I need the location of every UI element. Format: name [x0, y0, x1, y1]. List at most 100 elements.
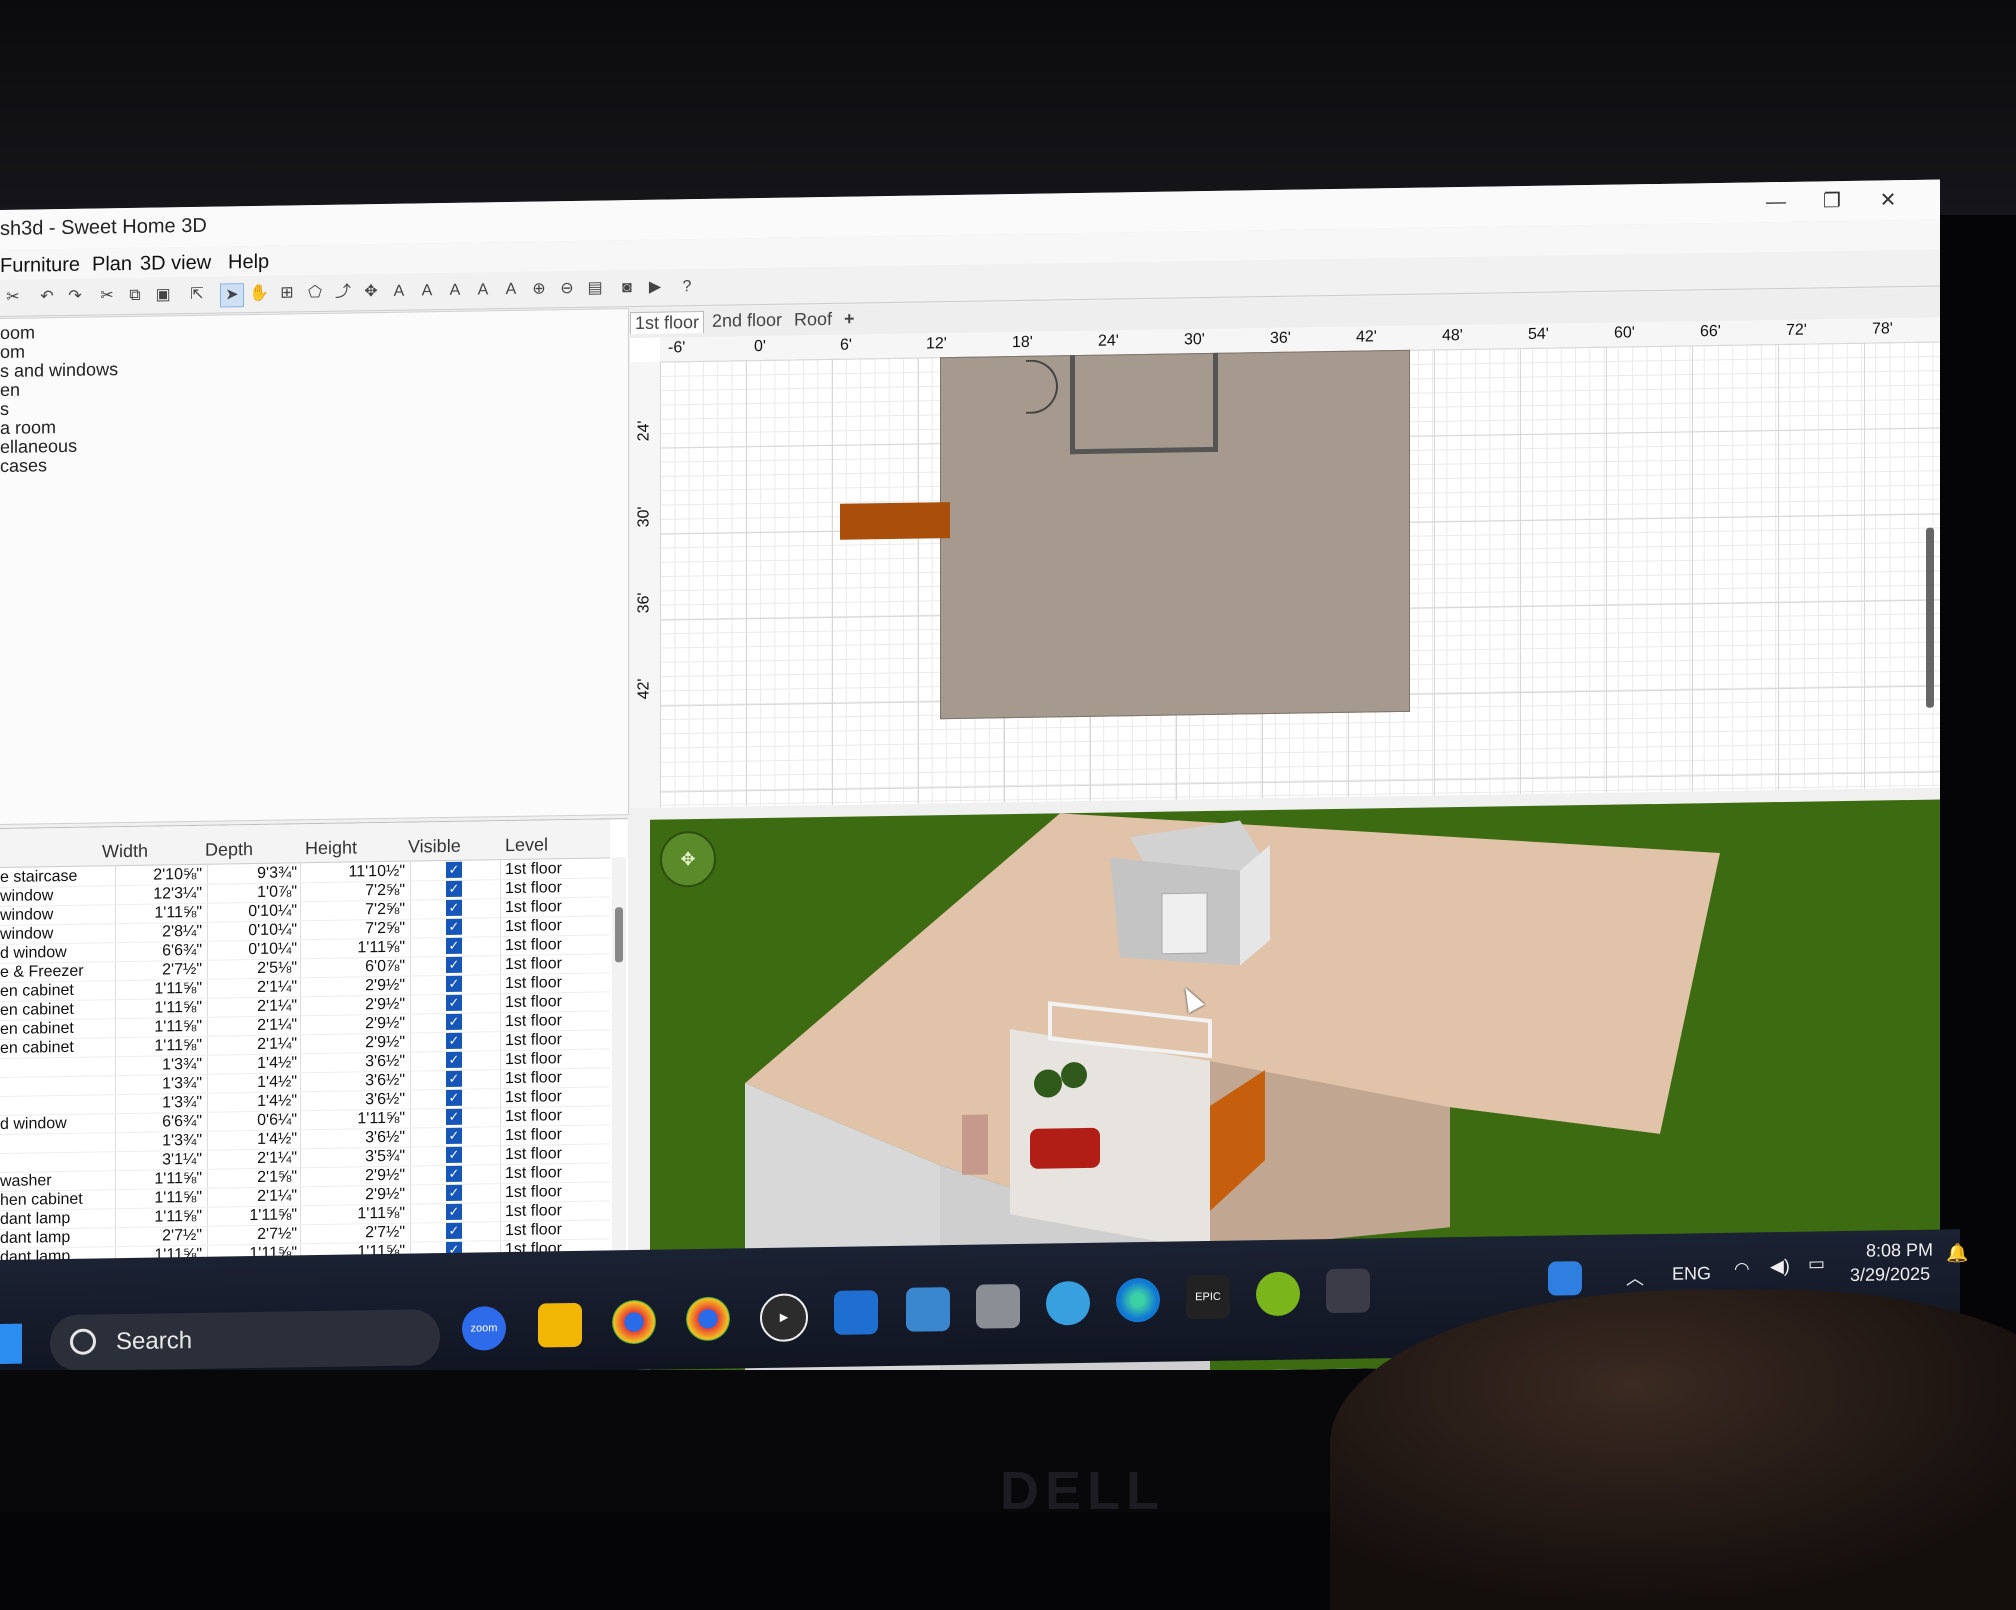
video-icon[interactable]: ▶: [644, 277, 666, 299]
media-player-icon[interactable]: ▶: [760, 1293, 808, 1343]
camera-icon[interactable]: ◙: [616, 277, 638, 299]
remote-desktop-icon[interactable]: [906, 1287, 950, 1332]
3d-door: [1161, 892, 1208, 955]
visible-checkbox[interactable]: ✓: [446, 918, 462, 935]
epic-games-icon[interactable]: EPIC: [1186, 1274, 1230, 1320]
menu-plan[interactable]: Plan: [92, 253, 132, 277]
inner-room-walls[interactable]: [1070, 352, 1218, 455]
visible-checkbox[interactable]: ✓: [446, 1013, 462, 1030]
staircase[interactable]: [840, 502, 950, 540]
create-walls-icon[interactable]: ⊞: [276, 282, 298, 304]
zoom-app-icon[interactable]: zoom: [462, 1306, 506, 1351]
catalog-category[interactable]: en: [0, 380, 20, 401]
utorrent-icon[interactable]: [1256, 1271, 1300, 1317]
column-height[interactable]: Height: [305, 837, 357, 859]
volume-icon[interactable]: ◀): [1770, 1256, 1790, 1277]
visible-checkbox[interactable]: ✓: [446, 1070, 462, 1087]
file-explorer-icon[interactable]: [538, 1302, 582, 1348]
zoom-in-icon[interactable]: ⊕: [528, 278, 550, 300]
window-title: sh3d - Sweet Home 3D: [0, 214, 207, 240]
visible-checkbox[interactable]: ✓: [446, 975, 462, 992]
battery-icon[interactable]: ▭: [1808, 1253, 1825, 1274]
visible-checkbox[interactable]: ✓: [446, 880, 462, 897]
taskbar-search[interactable]: Search: [50, 1309, 440, 1372]
visible-checkbox[interactable]: ✓: [446, 937, 462, 954]
notification-bell-icon[interactable]: 🔔: [1946, 1243, 1968, 1264]
catalog-category[interactable]: cases: [0, 455, 47, 477]
cut-icon[interactable]: ✂: [96, 285, 118, 307]
plan-grid[interactable]: [660, 341, 1940, 808]
furniture-depth: 0'10¼": [248, 902, 297, 921]
tray-chevron-icon[interactable]: ︿: [1626, 1264, 1644, 1290]
paste-icon[interactable]: ▣: [152, 284, 174, 306]
furniture-name: e & Freezer: [0, 962, 84, 981]
visible-checkbox[interactable]: ✓: [446, 1089, 462, 1106]
create-dimensions-icon[interactable]: ✥: [360, 281, 382, 303]
furniture-height: 1'11⅝": [357, 1109, 405, 1128]
language-indicator[interactable]: ENG: [1672, 1263, 1711, 1285]
restore-icon[interactable]: ❐: [1804, 185, 1860, 218]
text-bold-icon[interactable]: A: [444, 280, 466, 302]
add-text-icon[interactable]: A: [388, 281, 410, 303]
furniture-height: 2'9½": [365, 1166, 405, 1185]
clock-date[interactable]: 3/29/2025: [1850, 1264, 1930, 1286]
furniture-height: 3'5¾": [365, 1147, 405, 1166]
visible-checkbox[interactable]: ✓: [446, 1146, 462, 1163]
minimize-icon[interactable]: —: [1748, 186, 1804, 219]
create-polylines-icon[interactable]: ⤴: [332, 281, 354, 303]
text-style-icon[interactable]: A: [500, 279, 522, 301]
widget-icon[interactable]: [1548, 1261, 1582, 1296]
catalog-category[interactable]: s: [0, 399, 9, 420]
preferences-icon[interactable]: ✂: [2, 287, 24, 309]
start-icon[interactable]: [0, 1323, 22, 1364]
select-mode-icon[interactable]: ➤: [220, 283, 244, 308]
visible-checkbox[interactable]: ✓: [446, 994, 462, 1011]
add-level-button[interactable]: +: [840, 309, 859, 330]
visible-checkbox[interactable]: ✓: [446, 861, 462, 878]
catalog-category[interactable]: s and windows: [0, 359, 118, 382]
chrome-profile-icon[interactable]: [686, 1296, 730, 1342]
create-photo-icon[interactable]: ▤: [584, 277, 606, 299]
help-icon[interactable]: ?: [676, 276, 698, 298]
column-visible[interactable]: Visible: [408, 836, 461, 858]
copy-icon[interactable]: ⧉: [124, 285, 146, 307]
tab-roof[interactable]: Roof: [790, 309, 836, 331]
zoom-out-icon[interactable]: ⊖: [556, 278, 578, 300]
text-size-icon[interactable]: A: [416, 280, 438, 302]
pan-mode-icon[interactable]: ✋: [248, 283, 270, 305]
visible-checkbox[interactable]: ✓: [446, 1032, 462, 1049]
tab-1st-floor[interactable]: 1st floor: [630, 310, 705, 335]
edge-icon[interactable]: [1116, 1277, 1160, 1323]
menu-help[interactable]: Help: [228, 251, 269, 275]
app-window-icon[interactable]: [834, 1290, 878, 1335]
column-width[interactable]: Width: [102, 841, 148, 863]
redo-icon[interactable]: ↷: [64, 286, 86, 308]
column-level[interactable]: Level: [505, 834, 548, 856]
visible-checkbox[interactable]: ✓: [446, 899, 462, 916]
visible-checkbox[interactable]: ✓: [446, 1165, 462, 1182]
chrome-icon[interactable]: [612, 1299, 656, 1345]
add-furniture-icon[interactable]: ⇱: [186, 284, 208, 306]
visible-checkbox[interactable]: ✓: [446, 956, 462, 973]
column-depth[interactable]: Depth: [205, 839, 253, 861]
menu-furniture[interactable]: Furniture: [0, 254, 80, 278]
file-manager-icon[interactable]: [976, 1283, 1020, 1329]
clock-time[interactable]: 8:08 PM: [1866, 1240, 1933, 1262]
close-icon[interactable]: ✕: [1860, 184, 1916, 217]
sweet-home-3d-taskbar-icon[interactable]: [1326, 1268, 1370, 1314]
plan-scrollbar[interactable]: [1926, 527, 1934, 708]
visible-checkbox[interactable]: ✓: [446, 1127, 462, 1144]
visible-checkbox[interactable]: ✓: [446, 1108, 462, 1125]
wifi-icon[interactable]: ◠: [1734, 1259, 1750, 1280]
visible-checkbox[interactable]: ✓: [446, 1051, 462, 1068]
visible-checkbox[interactable]: ✓: [446, 1222, 462, 1239]
visible-checkbox[interactable]: ✓: [446, 1184, 462, 1201]
create-rooms-icon[interactable]: ⬠: [304, 282, 326, 304]
visible-checkbox[interactable]: ✓: [446, 1203, 462, 1220]
undo-icon[interactable]: ↶: [36, 286, 58, 308]
people-icon[interactable]: [1046, 1280, 1090, 1326]
scroll-thumb[interactable]: [615, 907, 623, 963]
tab-2nd-floor[interactable]: 2nd floor: [708, 310, 786, 332]
text-italic-icon[interactable]: A: [472, 279, 494, 301]
menu-3d-view[interactable]: 3D view: [140, 252, 211, 276]
